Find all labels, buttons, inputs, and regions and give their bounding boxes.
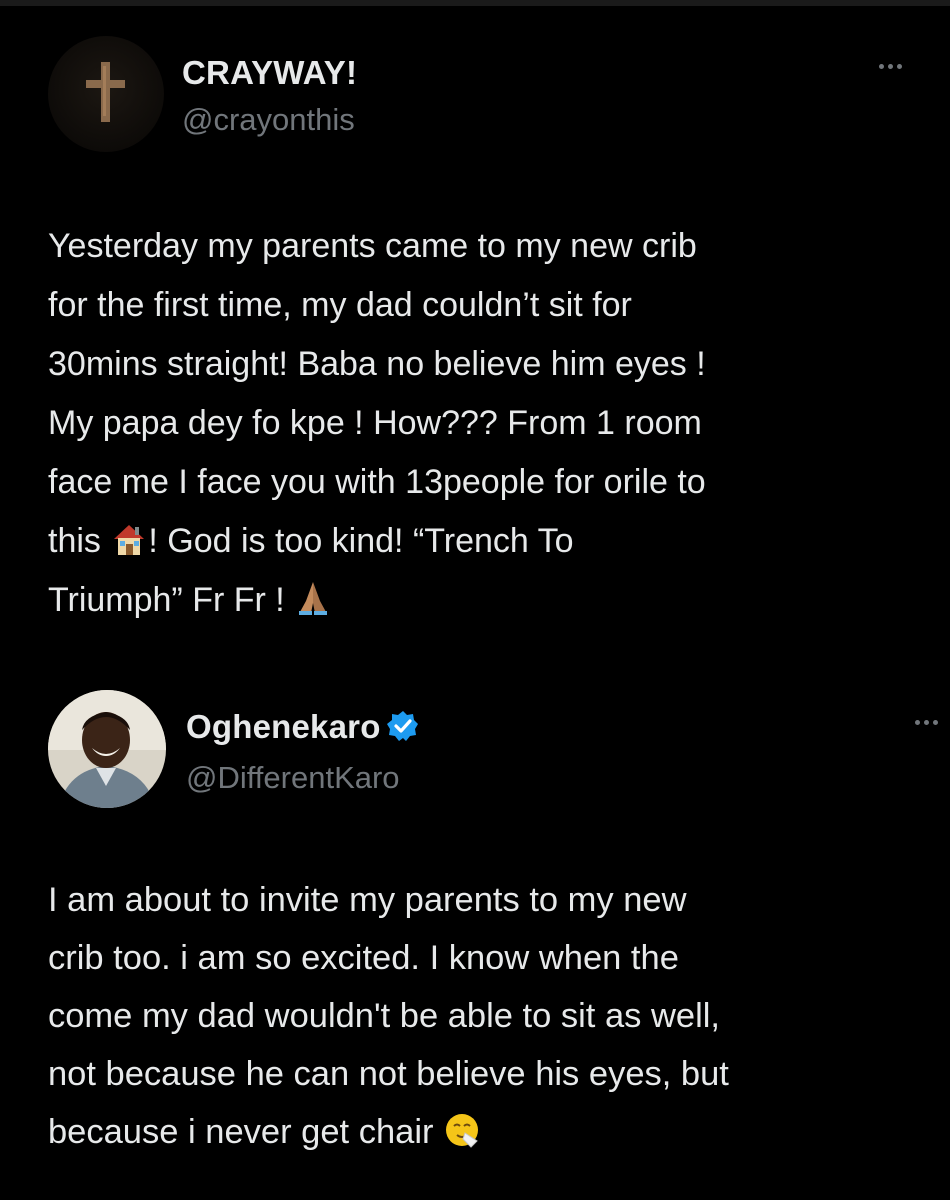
more-options-icon[interactable] xyxy=(915,720,938,725)
avatar-crayway[interactable] xyxy=(48,36,164,152)
folded-hands-emoji-icon xyxy=(294,577,332,615)
cross-avatar-icon xyxy=(48,36,164,152)
more-options-icon[interactable] xyxy=(879,64,902,69)
tweet-text: Yesterday my parents came to my new crib… xyxy=(48,217,928,630)
user-handle[interactable]: @DifferentKaro xyxy=(186,760,400,796)
user-handle[interactable]: @crayonthis xyxy=(182,102,355,138)
avatar-oghenekaro[interactable] xyxy=(48,690,166,808)
display-name-text[interactable]: Oghenekaro xyxy=(186,708,381,745)
display-name[interactable]: CRAYWAY! xyxy=(182,54,357,92)
verified-badge-icon xyxy=(386,710,419,750)
profile-photo-icon xyxy=(48,690,166,808)
tweet-text: I am about to invite my parents to my ne… xyxy=(48,871,948,1161)
house-emoji-icon xyxy=(110,518,148,556)
sneezing-face-emoji-icon xyxy=(443,1109,481,1148)
tweet-text-part1: Yesterday my parents came to my new crib… xyxy=(48,227,706,560)
tweet-text-part1: I am about to invite my parents to my ne… xyxy=(48,881,729,1151)
top-bar xyxy=(0,0,950,6)
display-name[interactable]: Oghenekaro xyxy=(186,708,419,750)
